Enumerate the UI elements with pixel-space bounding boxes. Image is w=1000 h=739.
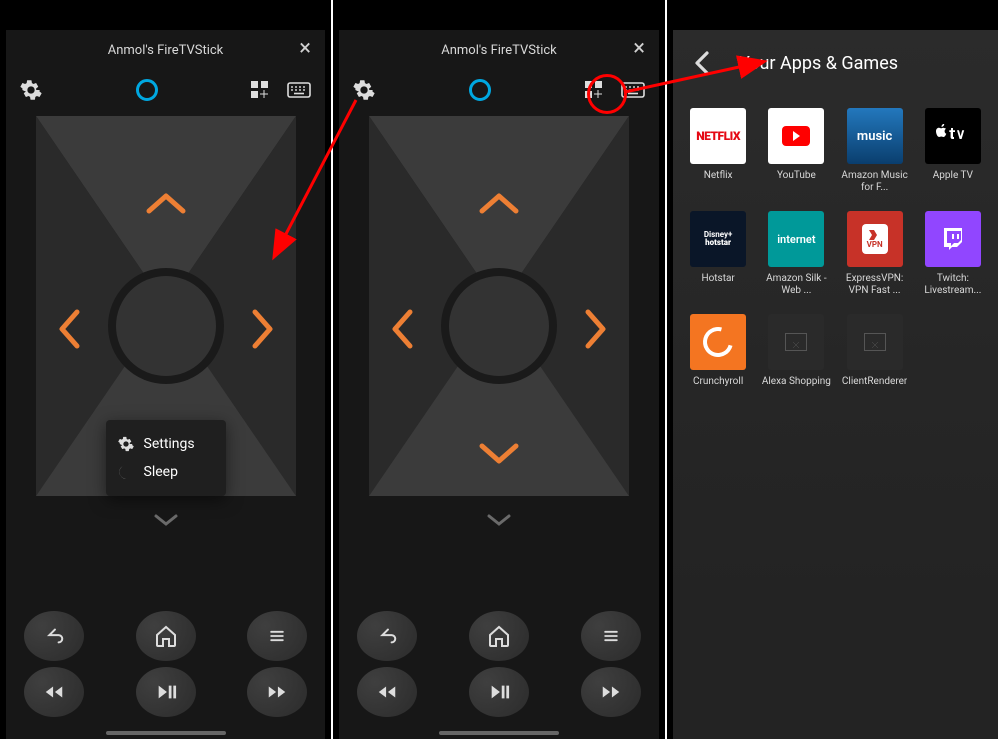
home-button[interactable] [136, 611, 196, 661]
home-indicator [439, 731, 559, 735]
app-tile-twitch[interactable]: Twitch: Livestream... [918, 211, 988, 296]
app-tile-youtube[interactable]: YouTube [761, 108, 831, 193]
annotation-circle [587, 74, 627, 114]
app-tile-hotstar[interactable]: Disney+hotstar Hotstar [683, 211, 753, 296]
app-tile-alexa-shopping[interactable]: Alexa Shopping [761, 314, 831, 388]
app-tile-clientrenderer[interactable]: ClientRenderer [840, 314, 910, 388]
rewind-button[interactable] [24, 667, 84, 717]
popup-settings-item[interactable]: Settings [118, 430, 214, 458]
titlebar: Anmol's FireTVStick × [339, 30, 659, 70]
apps-grid: NETFLIX Netflix YouTube music Amazon Mus… [673, 96, 998, 400]
keyboard-icon[interactable] [287, 81, 311, 99]
alexa-icon[interactable] [136, 79, 158, 101]
apps-grid-icon[interactable] [251, 81, 269, 99]
media-controls [6, 595, 325, 739]
popup-sleep-item[interactable]: Sleep [118, 458, 214, 486]
app-tile-netflix[interactable]: NETFLIX Netflix [683, 108, 753, 193]
dpad[interactable] [354, 116, 644, 536]
play-pause-button[interactable] [136, 667, 196, 717]
fast-forward-button[interactable] [247, 667, 307, 717]
apps-games-screen: Your Apps & Games NETFLIX Netflix YouTub… [673, 30, 998, 739]
alexa-icon[interactable] [469, 79, 491, 101]
play-pause-button[interactable] [469, 667, 529, 717]
back-button[interactable] [693, 50, 711, 76]
rewind-button[interactable] [357, 667, 417, 717]
remote-screen-with-popup: Anmol's FireTVStick × [6, 30, 325, 739]
titlebar: Anmol's FireTVStick × [6, 30, 325, 70]
close-icon[interactable]: × [633, 38, 645, 60]
app-tile-apple-tv[interactable]: Apple TV [918, 108, 988, 193]
home-button[interactable] [469, 611, 529, 661]
home-indicator [106, 731, 226, 735]
gear-icon[interactable] [20, 79, 42, 101]
remote-screen: Anmol's FireTVStick × [339, 30, 659, 739]
media-controls [339, 595, 659, 739]
settings-popup: Settings Sleep [106, 420, 226, 496]
device-title: Anmol's FireTVStick [441, 43, 557, 58]
app-tile-expressvpn[interactable]: VPN ExpressVPN: VPN Fast ... [840, 211, 910, 296]
close-icon[interactable]: × [299, 38, 311, 60]
popup-settings-label: Settings [144, 436, 195, 452]
back-button[interactable] [357, 611, 417, 661]
back-button[interactable] [24, 611, 84, 661]
device-title: Anmol's FireTVStick [108, 43, 224, 58]
app-tile-crunchyroll[interactable]: Crunchyroll [683, 314, 753, 388]
app-tile-amazon-silk[interactable]: internet Amazon Silk - Web ... [761, 211, 831, 296]
menu-button[interactable] [247, 611, 307, 661]
gear-icon[interactable] [353, 79, 375, 101]
menu-button[interactable] [581, 611, 641, 661]
page-title: Your Apps & Games [739, 53, 898, 74]
app-tile-amazon-music[interactable]: music Amazon Music for F... [840, 108, 910, 193]
fast-forward-button[interactable] [581, 667, 641, 717]
popup-sleep-label: Sleep [144, 464, 178, 480]
